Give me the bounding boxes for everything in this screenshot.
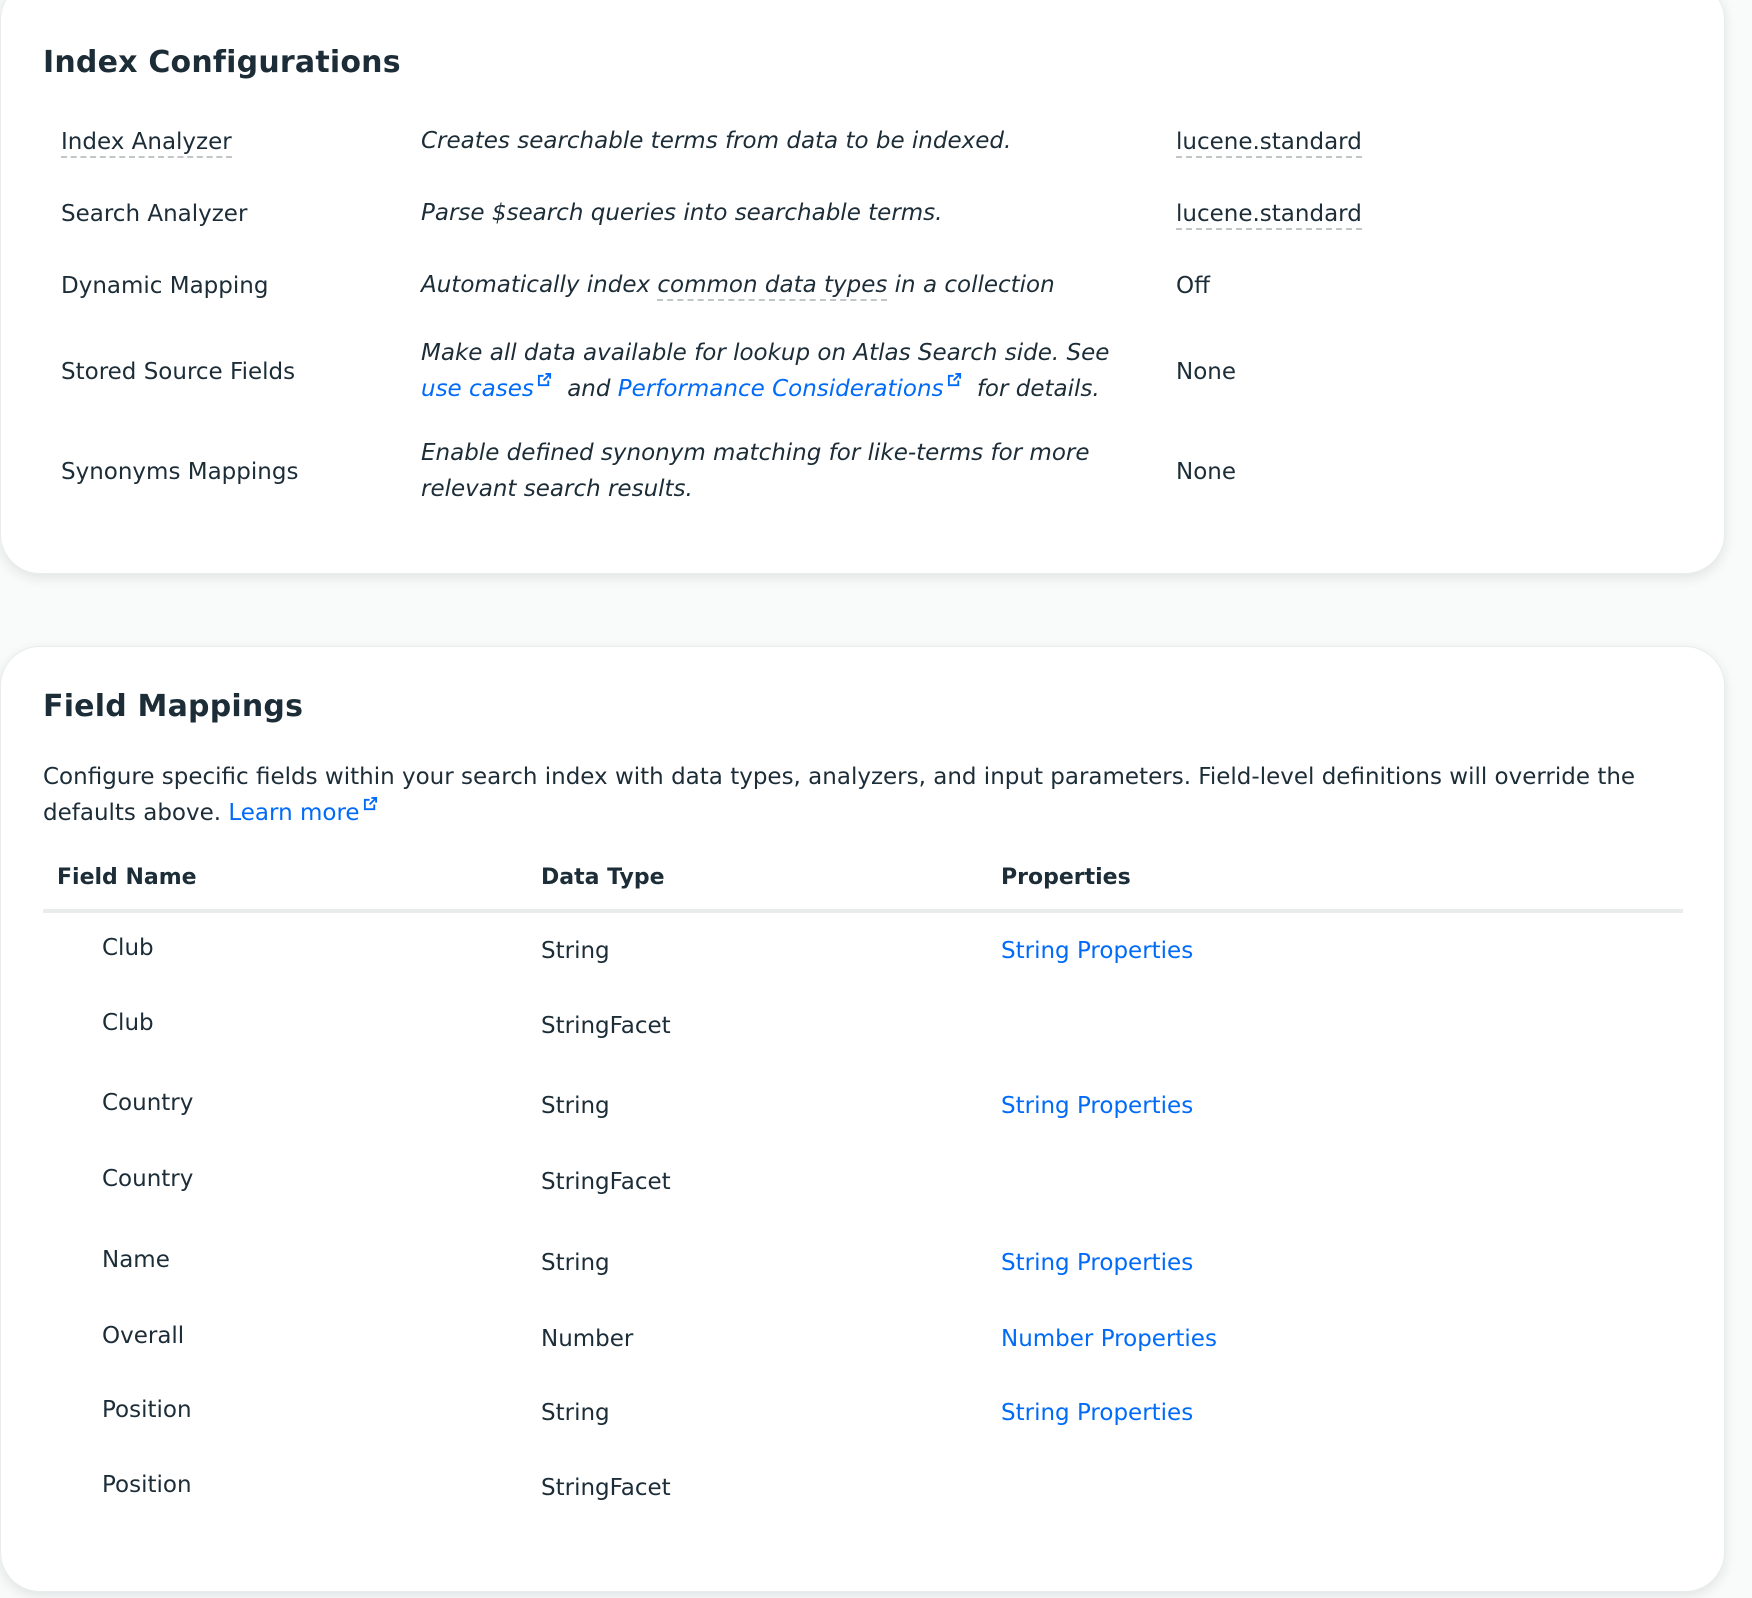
data-type-cell: StringFacet <box>541 1012 671 1039</box>
field-name-cell: Country <box>102 1166 194 1192</box>
search-analyzer-label: Search Analyzer <box>61 201 248 227</box>
table-row: Name String String Properties <box>43 1221 1683 1303</box>
table-row: Country StringFacet <box>43 1146 1683 1221</box>
data-type-cell: String <box>541 1249 610 1276</box>
external-link-icon <box>537 373 551 387</box>
stored-source-fields-label: Stored Source Fields <box>61 359 296 385</box>
common-data-types-tooltip[interactable]: common data types <box>657 272 888 301</box>
number-properties-link[interactable]: Number Properties <box>1001 1326 1217 1352</box>
field-name-cell: Overall <box>102 1322 185 1349</box>
table-row: Club String String Properties <box>43 915 1683 990</box>
search-analyzer-description: Parse $search queries into searchable te… <box>421 200 943 226</box>
field-name-cell: Position <box>102 1397 192 1423</box>
stored-source-description-end: for details. <box>969 376 1100 402</box>
data-type-cell: Number <box>541 1325 634 1352</box>
field-name-cell: Club <box>102 935 154 961</box>
stored-source-description-mid: and <box>559 376 618 402</box>
field-mappings-description: Configure specific fields within your se… <box>43 759 1683 831</box>
data-type-cell: StringFacet <box>541 1169 671 1195</box>
field-name-cell: Club <box>102 1009 154 1036</box>
index-analyzer-label[interactable]: Index Analyzer <box>61 129 232 158</box>
data-type-cell: String <box>541 938 610 964</box>
synonyms-mappings-label: Synonyms Mappings <box>61 459 299 485</box>
string-properties-link[interactable]: String Properties <box>1001 1250 1193 1276</box>
index-configurations-title: Index Configurations <box>43 45 401 80</box>
index-configurations-card: Index Configurations Index Analyzer Crea… <box>0 0 1725 574</box>
index-analyzer-value[interactable]: lucene.standard <box>1176 129 1362 158</box>
column-header-field-name: Field Name <box>57 865 197 890</box>
field-mappings-card: Field Mappings Configure specific fields… <box>0 646 1725 1592</box>
field-name-cell: Country <box>102 1090 194 1116</box>
stored-source-description-text: Make all data available for lookup on At… <box>421 340 1110 366</box>
string-properties-link[interactable]: String Properties <box>1001 938 1193 964</box>
table-row: Overall Number Number Properties <box>43 1303 1683 1378</box>
field-mappings-table-header: Field Name Data Type Properties <box>43 865 1683 913</box>
field-mappings-title: Field Mappings <box>43 689 304 724</box>
stored-source-fields-description: Make all data available for lookup on At… <box>421 335 1111 407</box>
dynamic-mapping-label: Dynamic Mapping <box>61 273 269 299</box>
column-header-data-type: Data Type <box>541 865 665 890</box>
performance-considerations-link[interactable]: Performance Considerations <box>618 376 944 402</box>
dynamic-mapping-description-end: in a collection <box>887 272 1055 298</box>
dynamic-mapping-value: Off <box>1176 273 1210 299</box>
data-type-cell: StringFacet <box>541 1474 671 1501</box>
data-type-cell: String <box>541 1400 610 1426</box>
column-header-properties: Properties <box>1001 865 1131 890</box>
search-analyzer-value[interactable]: lucene.standard <box>1176 201 1362 230</box>
data-type-cell: String <box>541 1093 610 1119</box>
field-name-cell: Position <box>102 1471 192 1498</box>
field-name-cell: Name <box>102 1246 170 1273</box>
table-row: Position StringFacet <box>43 1452 1683 1527</box>
synonyms-mappings-description: Enable defined synonym matching for like… <box>421 440 1090 502</box>
index-analyzer-description: Creates searchable terms from data to be… <box>421 128 1012 154</box>
dynamic-mapping-description: Automatically index common data types in… <box>421 267 1111 303</box>
stored-source-fields-value: None <box>1176 359 1237 385</box>
table-row: Club StringFacet <box>43 990 1683 1065</box>
external-link-icon <box>947 373 961 387</box>
learn-more-link[interactable]: Learn more <box>228 800 359 826</box>
table-row: Position String String Properties <box>43 1377 1683 1452</box>
external-link-icon <box>363 797 377 811</box>
synonyms-mappings-value: None <box>1176 459 1237 485</box>
table-row: Country String String Properties <box>43 1064 1683 1146</box>
string-properties-link[interactable]: String Properties <box>1001 1400 1193 1426</box>
field-mappings-table-body: Club String String Properties Club Strin… <box>43 915 1683 1526</box>
string-properties-link[interactable]: String Properties <box>1001 1093 1193 1119</box>
use-cases-link[interactable]: use cases <box>421 376 534 402</box>
dynamic-mapping-description-text: Automatically index <box>421 272 658 298</box>
